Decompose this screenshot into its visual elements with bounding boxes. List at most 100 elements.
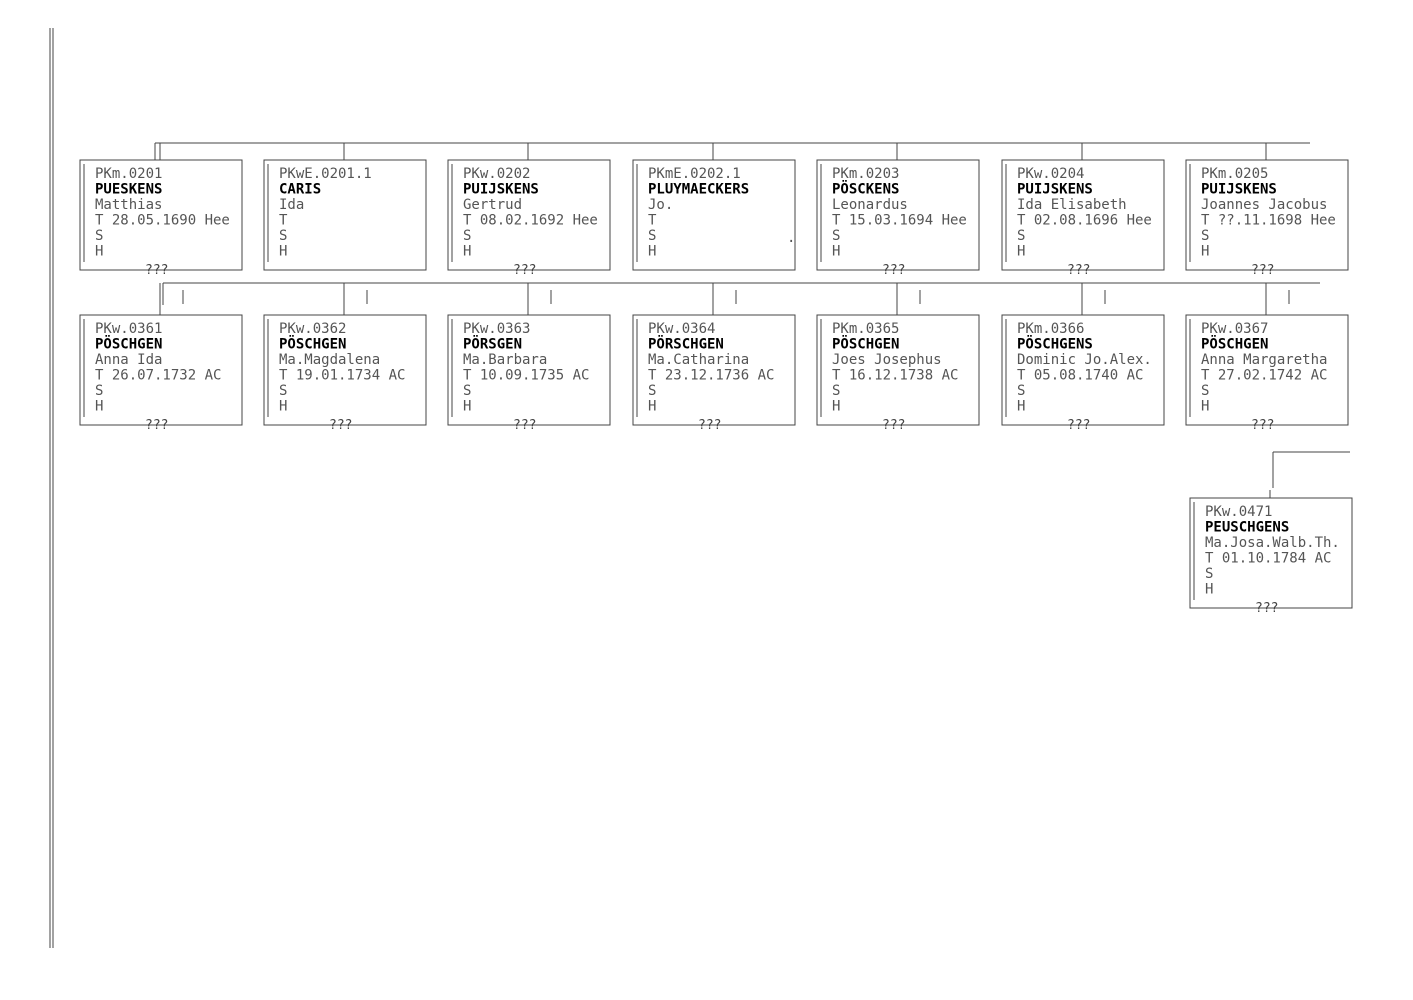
person-h: H [1205,582,1213,598]
person-given: Ma.Josa.Walb.Th. [1205,535,1340,551]
person-s: S [1017,383,1025,399]
person-unknown-marker: ??? [145,263,168,278]
person-id: PKw.0471 [1205,504,1272,520]
person-id: PKm.0203 [832,166,899,182]
person-s: S [463,228,471,244]
person-unknown-marker: ??? [329,418,352,433]
person-id: PKm.0205 [1201,166,1268,182]
person-h: H [95,399,103,415]
person-unknown-marker: ??? [882,418,905,433]
person-unknown-marker: ??? [698,418,721,433]
person-unknown-marker: ??? [882,263,905,278]
person-s: S [279,228,287,244]
person-surname: CARIS [279,182,321,198]
person-t: T 19.01.1734 AC [279,368,405,384]
person-h: H [1201,244,1209,260]
person-t: T 23.12.1736 AC [648,368,774,384]
person-given: Anna Margaretha [1201,352,1327,368]
person-given: Ida Elisabeth [1017,197,1127,213]
person-given: Ma.Magdalena [279,352,380,368]
person-h: H [279,244,287,260]
person-surname: PÖSCHGENS [1017,335,1093,353]
person-surname: PUIJSKENS [1201,182,1277,198]
person-id: PKwE.0201.1 [279,166,372,182]
person-given: Dominic Jo.Alex. [1017,352,1152,368]
person-given: Jo. [648,197,673,213]
person-h: H [95,244,103,260]
person-h: H [1017,399,1025,415]
person-given: Anna Ida [95,352,162,368]
person-unknown-marker: ??? [1251,418,1274,433]
person-t: T 02.08.1696 Hee [1017,213,1152,229]
person-id: PKw.0361 [95,321,162,337]
person-id: PKw.0367 [1201,321,1268,337]
person-s: S [1201,228,1209,244]
separator-dot: . [787,230,795,246]
person-surname: PUIJSKENS [1017,182,1093,198]
person-s: S [95,383,103,399]
person-s: S [1205,566,1213,582]
person-h: H [1017,244,1025,260]
person-t: T 16.12.1738 AC [832,368,958,384]
person-unknown-marker: ??? [1067,263,1090,278]
person-s: S [463,383,471,399]
person-given: Ma.Barbara [463,352,547,368]
person-t: T [648,213,657,229]
person-id: PKmE.0202.1 [648,166,741,182]
person-s: S [648,383,656,399]
person-t: T 26.07.1732 AC [95,368,221,384]
person-unknown-marker: ??? [1251,263,1274,278]
person-s: S [95,228,103,244]
person-h: H [648,244,656,260]
person-t: T 08.02.1692 Hee [463,213,598,229]
person-t: T 15.03.1694 Hee [832,213,967,229]
person-unknown-marker: ??? [145,418,168,433]
person-h: H [463,399,471,415]
person-given: Matthias [95,197,162,213]
person-s: S [648,228,656,244]
person-h: H [1201,399,1209,415]
person-given: Ida [279,197,304,213]
person-unknown-marker: ??? [513,263,536,278]
person-h: H [832,399,840,415]
person-unknown-marker: ??? [1067,418,1090,433]
person-s: S [279,383,287,399]
person-s: S [832,383,840,399]
person-surname: PUESKENS [95,182,162,198]
person-surname: PÖSCHGEN [279,335,346,353]
person-given: Leonardus [832,197,908,213]
person-surname: PEUSCHGENS [1205,520,1289,536]
person-surname: PÖSCHGEN [832,335,899,353]
person-id: PKw.0204 [1017,166,1084,182]
person-t: T 01.10.1784 AC [1205,551,1331,567]
person-id: PKm.0201 [95,166,162,182]
person-t: T 05.08.1740 AC [1017,368,1143,384]
person-h: H [463,244,471,260]
person-id: PKm.0366 [1017,321,1084,337]
person-t: T 27.02.1742 AC [1201,368,1327,384]
person-s: S [1017,228,1025,244]
person-h: H [832,244,840,260]
person-surname: PÖSCKENS [832,180,899,198]
person-id: PKw.0364 [648,321,715,337]
person-t: T 10.09.1735 AC [463,368,589,384]
person-surname: PÖRSCHGEN [648,335,724,353]
person-surname: PÖRSGEN [463,335,522,353]
person-surname: PLUYMAECKERS [648,182,749,198]
person-given: Ma.Catharina [648,352,749,368]
person-t: T ??.11.1698 Hee [1201,213,1336,229]
person-h: H [279,399,287,415]
person-given: Joes Josephus [832,352,942,368]
person-id: PKw.0363 [463,321,530,337]
person-unknown-marker: ??? [513,418,536,433]
person-id: PKm.0365 [832,321,899,337]
person-unknown-marker: ??? [1255,601,1278,616]
person-s: S [1201,383,1209,399]
person-surname: PÖSCHGEN [1201,335,1268,353]
person-surname: PÖSCHGEN [95,335,162,353]
person-t: T 28.05.1690 Hee [95,213,230,229]
family-tree-chart: PKm.0201PUESKENSMatthiasT 28.05.1690 Hee… [49,28,1353,948]
person-s: S [832,228,840,244]
person-id: PKw.0362 [279,321,346,337]
person-surname: PUIJSKENS [463,182,539,198]
